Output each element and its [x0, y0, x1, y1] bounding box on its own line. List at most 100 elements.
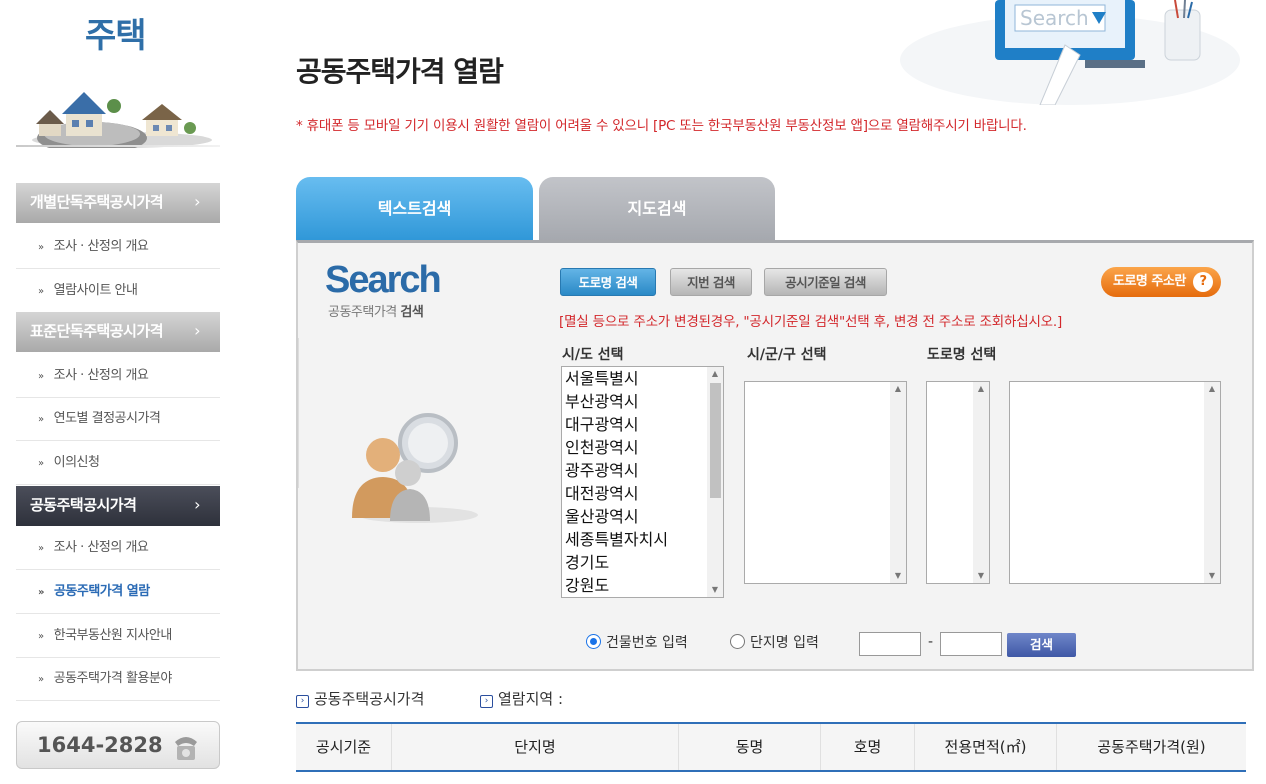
sido-option[interactable]: 대전광역시	[562, 482, 723, 505]
bullet-icon: »	[38, 286, 44, 297]
column-unit: 호명	[821, 724, 915, 770]
sidebar-item-survey-overview[interactable]: » 조사 · 산정의 개요	[16, 527, 220, 570]
bullet-icon: »	[38, 371, 44, 382]
category-label: 표준단독주택공시가격	[30, 322, 164, 340]
radio-unchecked-icon[interactable]	[730, 634, 745, 649]
sido-option[interactable]: 부산광역시	[562, 390, 723, 413]
road-initial-select[interactable]: ▲ ▼	[926, 381, 990, 584]
scroll-up-icon[interactable]: ▲	[973, 382, 989, 396]
scroll-down-icon[interactable]: ▼	[973, 569, 989, 583]
viewing-region-info: › 열람지역 :	[480, 688, 563, 709]
category-label: 공동주택공시가격	[30, 496, 137, 514]
scroll-down-icon[interactable]: ▼	[1204, 569, 1220, 583]
telephone-icon	[175, 737, 197, 760]
road-initial-scrollbar[interactable]: ▲ ▼	[973, 382, 989, 583]
sidebar-category-standard-detached[interactable]: 표준단독주택공시가격 ›	[16, 312, 220, 352]
road-address-help-button[interactable]: 도로명 주소란 ?	[1101, 267, 1221, 297]
sidebar-title: 주택	[85, 16, 147, 56]
phone-number: 1644-2828	[37, 733, 163, 757]
sido-label: 시/도 선택	[562, 347, 624, 363]
results-table-header: 공시기준 단지명 동명 호명 전용면적(㎡) 공동주택가격(원)	[296, 722, 1246, 772]
sido-option[interactable]: 세종특별자치시	[562, 528, 723, 551]
scroll-down-icon[interactable]: ▼	[707, 583, 723, 597]
search-button[interactable]: 검색	[1007, 633, 1076, 657]
sidebar-item-label: 조사 · 산정의 개요	[53, 239, 149, 254]
sidebar-item-viewing-site-guide[interactable]: » 열람사이트 안내	[16, 270, 220, 313]
question-icon: ?	[1193, 272, 1213, 292]
sigungu-scrollbar[interactable]: ▲ ▼	[890, 382, 906, 583]
sidebar-item-label: 조사 · 산정의 개요	[53, 540, 149, 555]
chevron-right-icon: ›	[194, 321, 200, 340]
mobile-notice: * 휴대폰 등 모바일 기기 이용시 원활한 열람이 어려울 수 있으니 [PC…	[296, 118, 1027, 134]
viewing-region-label: 열람지역 :	[498, 690, 564, 708]
scroll-down-icon[interactable]: ▼	[890, 569, 906, 583]
sidebar-item-label: 열람사이트 안내	[53, 283, 138, 298]
sidebar: 주택 개별단독주택공시가격 › » 조사 · 산정의 개요 » 열람사이트 안내 표…	[0, 0, 230, 784]
sido-select[interactable]: 서울특별시 부산광역시 대구광역시 인천광역시 광주광역시 대전광역시 울산광역시 세종특별자…	[561, 366, 724, 598]
road-name-scrollbar[interactable]: ▲ ▼	[1204, 382, 1220, 583]
sub-number-input[interactable]	[940, 632, 1002, 656]
sigungu-label: 시/군/구 선택	[747, 347, 827, 363]
bullet-icon: »	[38, 674, 44, 685]
sidebar-item-branch-guide[interactable]: » 한국부동산원 지사안내	[16, 615, 220, 658]
bullet-icon: »	[38, 631, 44, 642]
sigungu-select[interactable]: ▲ ▼	[744, 381, 907, 584]
category-label: 개별단독주택공시가격	[30, 193, 164, 211]
sido-option[interactable]: 서울특별시	[562, 367, 723, 390]
sidebar-item-survey-overview[interactable]: » 조사 · 산정의 개요	[16, 355, 220, 398]
notice-date-search-button[interactable]: 공시기준일 검색	[764, 268, 887, 296]
sidebar-item-label: 연도별 결정공시가격	[53, 411, 161, 426]
sidebar-item-label: 조사 · 산정의 개요	[53, 368, 149, 383]
sidebar-divider	[16, 145, 220, 147]
sidebar-item-yearly-prices[interactable]: » 연도별 결정공시가격	[16, 398, 220, 441]
column-building: 동명	[679, 724, 821, 770]
lot-number-search-button[interactable]: 지번 검색	[670, 268, 752, 296]
sidebar-item-label: 공동주택가격 열람	[53, 584, 150, 599]
sidebar-category-apartment[interactable]: 공동주택공시가격 ›	[16, 486, 220, 526]
scroll-thumb[interactable]	[710, 383, 721, 498]
sidebar-item-apartment-price-view[interactable]: » 공동주택가격 열람	[16, 571, 220, 614]
apartment-price-info: › 공동주택공시가격	[296, 688, 424, 709]
bullet-icon: »	[38, 587, 44, 598]
chevron-right-icon: ›	[194, 192, 200, 211]
building-number-radio[interactable]: 건물번호 입력	[586, 632, 688, 652]
arrow-right-icon: ›	[480, 695, 493, 708]
road-name-label: 도로명 선택	[927, 347, 997, 363]
bullet-icon: »	[38, 543, 44, 554]
sidebar-item-price-usage[interactable]: » 공동주택가격 활용분야	[16, 658, 220, 701]
search-logo-subtitle-text: 공동주택가격	[328, 305, 397, 320]
tab-text-search[interactable]: 텍스트검색	[296, 177, 533, 241]
search-monitor-illustration: Search	[900, 0, 1240, 105]
complex-name-radio-label: 단지명 입력	[750, 635, 819, 651]
sido-option[interactable]: 광주광역시	[562, 459, 723, 482]
bullet-icon: »	[38, 458, 44, 469]
sido-scrollbar[interactable]: ▲ ▼	[707, 367, 723, 597]
sidebar-item-objection[interactable]: » 이의신청	[16, 442, 220, 485]
sido-option[interactable]: 강원도	[562, 574, 723, 597]
sido-option[interactable]: 대구광역시	[562, 413, 723, 436]
houses-illustration	[32, 92, 212, 148]
scroll-up-icon[interactable]: ▲	[707, 367, 723, 381]
search-logo-subtitle-bold: 검색	[400, 305, 424, 320]
sido-option[interactable]: 울산광역시	[562, 505, 723, 528]
search-logo-subtitle: 공동주택가격 검색	[328, 301, 424, 320]
road-address-help-label: 도로명 주소란	[1113, 274, 1186, 289]
road-name-select[interactable]: ▲ ▼	[1009, 381, 1221, 584]
sido-option[interactable]: 경기도	[562, 551, 723, 574]
radio-checked-icon[interactable]	[586, 634, 601, 649]
scroll-up-icon[interactable]: ▲	[1204, 382, 1220, 396]
sidebar-item-survey-overview[interactable]: » 조사 · 산정의 개요	[16, 226, 220, 269]
tab-map-search[interactable]: 지도검색	[539, 177, 775, 241]
main-number-input[interactable]	[859, 632, 921, 656]
panel-divider	[298, 338, 299, 488]
address-change-warning: [멸실 등으로 주소가 변경된경우, "공시기준일 검색"선택 후, 변경 전 …	[559, 314, 1063, 330]
column-notice-date: 공시기준	[296, 724, 392, 770]
scroll-up-icon[interactable]: ▲	[890, 382, 906, 396]
apartment-price-info-label: 공동주택공시가격	[314, 690, 425, 708]
road-name-search-button[interactable]: 도로명 검색	[560, 268, 656, 296]
search-panel: Search 공동주택가격 검색 도로명 검색 지번 검색 공시기준일 검색 도…	[296, 240, 1254, 671]
sidebar-category-individual-detached[interactable]: 개별단독주택공시가격 ›	[16, 183, 220, 223]
complex-name-radio[interactable]: 단지명 입력	[730, 632, 819, 652]
sido-option[interactable]: 인천광역시	[562, 436, 723, 459]
chevron-right-icon: ›	[194, 495, 200, 514]
